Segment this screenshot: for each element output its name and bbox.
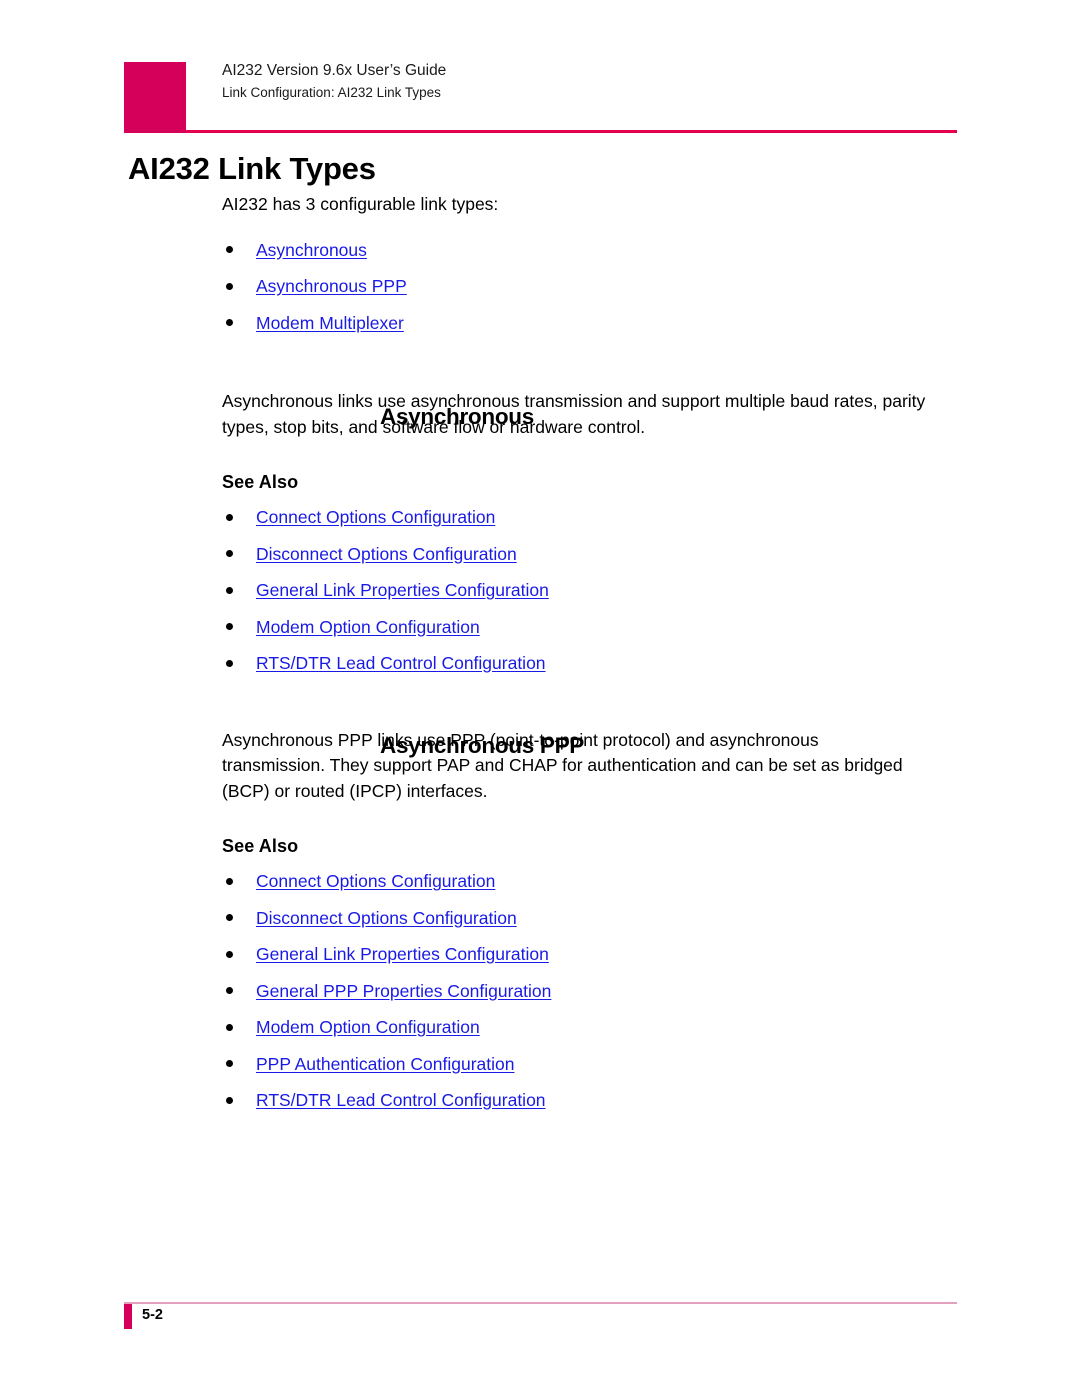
page-footer: 5-2	[0, 1257, 1080, 1397]
bullet-icon	[226, 246, 233, 254]
bullet-icon	[226, 877, 233, 885]
body-column: AI232 has 3 configurable link types: Asy…	[222, 192, 962, 1119]
list-item[interactable]: Asynchronous PPP	[222, 268, 962, 305]
link-modem-multiplexer[interactable]: Modem Multiplexer	[256, 313, 404, 333]
list-item[interactable]: Modem Multiplexer	[222, 305, 962, 342]
footer-divider	[124, 1302, 957, 1304]
bullet-icon	[226, 914, 233, 922]
bullet-icon	[226, 1060, 233, 1068]
header-divider	[186, 130, 957, 133]
list-item[interactable]: General PPP Properties Configuration	[222, 973, 962, 1010]
bullet-icon	[226, 1096, 233, 1104]
bullet-icon	[226, 623, 233, 631]
list-item[interactable]: Asynchronous	[222, 232, 962, 269]
section-body-asynchronous: Asynchronous links use asynchronous tran…	[222, 391, 926, 437]
list-item[interactable]: Modem Option Configuration	[222, 1009, 962, 1046]
link-rts-dtr-lead-control-configuration[interactable]: RTS/DTR Lead Control Configuration	[256, 1090, 546, 1110]
bullet-icon	[226, 1023, 233, 1031]
list-item[interactable]: Modem Option Configuration	[222, 609, 962, 646]
bullet-icon	[226, 987, 233, 995]
footer-accent-block	[124, 1304, 132, 1329]
link-disconnect-options-configuration[interactable]: Disconnect Options Configuration	[256, 908, 517, 928]
bullet-icon	[226, 586, 233, 594]
link-modem-option-configuration[interactable]: Modem Option Configuration	[256, 617, 480, 637]
bullet-icon	[226, 282, 233, 290]
list-item[interactable]: RTS/DTR Lead Control Configuration	[222, 645, 962, 682]
bullet-icon	[226, 513, 233, 521]
header-accent-block	[124, 62, 186, 133]
see-also-list-asynchronous-ppp: Connect Options Configuration Disconnect…	[222, 863, 962, 1119]
link-general-link-properties-configuration[interactable]: General Link Properties Configuration	[256, 580, 549, 600]
page-header: AI232 Version 9.6x User’s Guide Link Con…	[0, 0, 1080, 140]
list-item[interactable]: Connect Options Configuration	[222, 499, 962, 536]
list-item[interactable]: PPP Authentication Configuration	[222, 1046, 962, 1083]
link-types-list: Asynchronous Asynchronous PPP Modem Mult…	[222, 232, 962, 342]
section-heading-asynchronous: Asynchronous	[380, 404, 534, 429]
list-item[interactable]: RTS/DTR Lead Control Configuration	[222, 1082, 962, 1119]
link-general-link-properties-configuration[interactable]: General Link Properties Configuration	[256, 944, 549, 964]
list-item[interactable]: Connect Options Configuration	[222, 863, 962, 900]
list-item[interactable]: General Link Properties Configuration	[222, 572, 962, 609]
bullet-icon	[226, 950, 233, 958]
link-rts-dtr-lead-control-configuration[interactable]: RTS/DTR Lead Control Configuration	[256, 653, 546, 673]
link-connect-options-configuration[interactable]: Connect Options Configuration	[256, 507, 495, 527]
bullet-icon	[226, 659, 233, 667]
bullet-icon	[226, 550, 233, 558]
list-item[interactable]: Disconnect Options Configuration	[222, 536, 962, 573]
header-guide-title: AI232 Version 9.6x User’s Guide	[222, 62, 447, 79]
section-heading-asynchronous-ppp: Asynchronous PPP	[380, 733, 584, 758]
page-number: 5-2	[142, 1307, 163, 1323]
bullet-icon	[226, 319, 233, 327]
link-modem-option-configuration[interactable]: Modem Option Configuration	[256, 1017, 480, 1037]
link-asynchronous[interactable]: Asynchronous	[256, 240, 367, 260]
list-item[interactable]: Disconnect Options Configuration	[222, 900, 962, 937]
link-general-ppp-properties-configuration[interactable]: General PPP Properties Configuration	[256, 981, 551, 1001]
list-item[interactable]: General Link Properties Configuration	[222, 936, 962, 973]
intro-paragraph: AI232 has 3 configurable link types:	[222, 194, 499, 214]
link-ppp-authentication-configuration[interactable]: PPP Authentication Configuration	[256, 1054, 514, 1074]
header-breadcrumb: Link Configuration: AI232 Link Types	[222, 85, 441, 100]
see-also-list-asynchronous: Connect Options Configuration Disconnect…	[222, 499, 962, 682]
see-also-heading: See Also	[222, 472, 299, 492]
link-asynchronous-ppp[interactable]: Asynchronous PPP	[256, 276, 407, 296]
header-text-group: AI232 Version 9.6x User’s Guide Link Con…	[222, 60, 922, 103]
page-title: AI232 Link Types	[128, 151, 376, 186]
link-disconnect-options-configuration[interactable]: Disconnect Options Configuration	[256, 544, 517, 564]
see-also-heading: See Also	[222, 836, 299, 856]
link-connect-options-configuration[interactable]: Connect Options Configuration	[256, 871, 495, 891]
